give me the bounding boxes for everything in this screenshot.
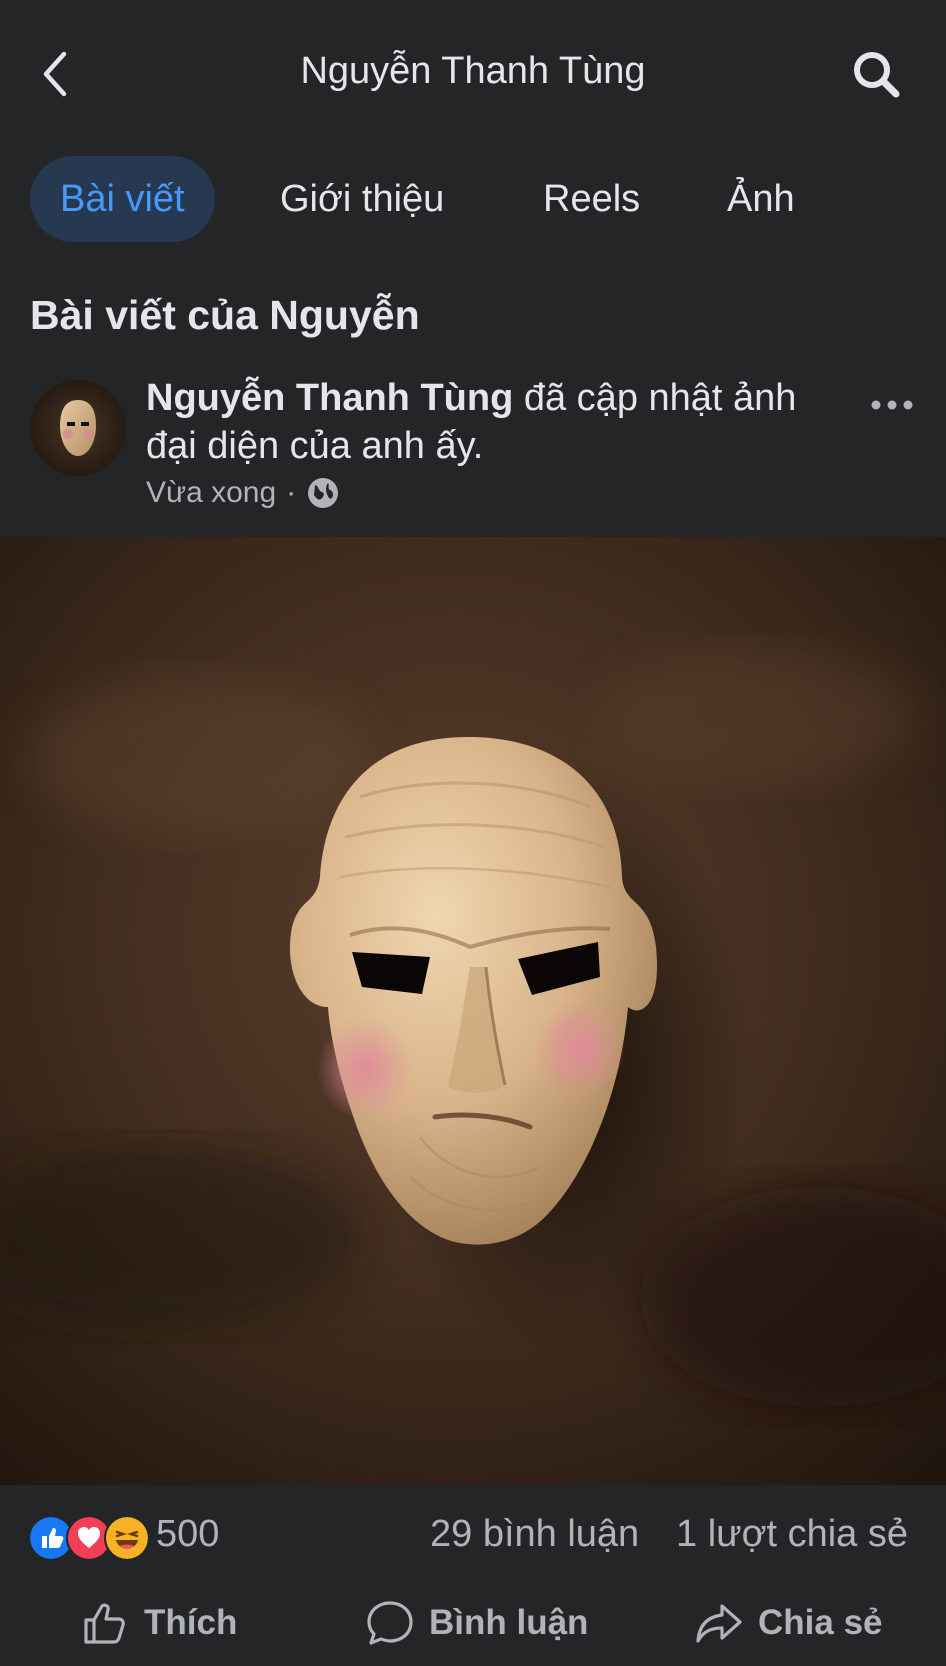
like-button[interactable]: Thích bbox=[80, 1593, 237, 1653]
share-icon bbox=[696, 1604, 742, 1643]
section-title: Bài viết của Nguyễn bbox=[30, 292, 420, 338]
more-dots-icon bbox=[871, 400, 913, 410]
tab-posts[interactable]: Bài viết bbox=[30, 156, 215, 242]
wooden-mask-photo bbox=[0, 537, 946, 1485]
search-icon bbox=[854, 52, 900, 98]
more-options-button[interactable] bbox=[868, 384, 916, 426]
avatar[interactable] bbox=[30, 380, 126, 476]
post-photo[interactable] bbox=[0, 537, 946, 1485]
post-stats: 500 29 bình luận 1 lượt chia sẻ bbox=[0, 1485, 946, 1585]
tab-photos[interactable]: Ảnh bbox=[727, 156, 795, 242]
haha-icon bbox=[104, 1515, 150, 1561]
post-header-text: Nguyễn Thanh Tùng đã cập nhật ảnh đại di… bbox=[146, 374, 846, 470]
comment-label: Bình luận bbox=[429, 1603, 589, 1642]
post-time: Vừa xong bbox=[146, 476, 277, 509]
globe-icon[interactable] bbox=[306, 476, 340, 510]
author-name[interactable]: Nguyễn Thanh Tùng bbox=[146, 377, 513, 419]
share-button[interactable]: Chia sẻ bbox=[694, 1593, 883, 1653]
comment-button[interactable]: Bình luận bbox=[365, 1593, 588, 1653]
tab-reels[interactable]: Reels bbox=[543, 156, 640, 242]
like-outline-icon bbox=[84, 1603, 125, 1644]
share-count[interactable]: 1 lượt chia sẻ bbox=[676, 1513, 908, 1556]
comment-count[interactable]: 29 bình luận bbox=[430, 1513, 639, 1556]
post-actions: Thích Bình luận Chia sẻ bbox=[0, 1585, 946, 1666]
top-bar: Nguyễn Thanh Tùng bbox=[0, 0, 946, 148]
page-title: Nguyễn Thanh Tùng bbox=[300, 50, 646, 92]
profile-tabs: Bài viết Giới thiệu Reels Ảnh bbox=[0, 156, 946, 242]
search-button[interactable] bbox=[848, 46, 904, 102]
comment-icon bbox=[367, 1601, 413, 1645]
reaction-count[interactable]: 500 bbox=[156, 1513, 219, 1556]
post-meta: Vừa xong · bbox=[146, 476, 340, 510]
like-label: Thích bbox=[144, 1603, 238, 1642]
share-label: Chia sẻ bbox=[758, 1603, 883, 1642]
tab-about[interactable]: Giới thiệu bbox=[280, 156, 444, 242]
